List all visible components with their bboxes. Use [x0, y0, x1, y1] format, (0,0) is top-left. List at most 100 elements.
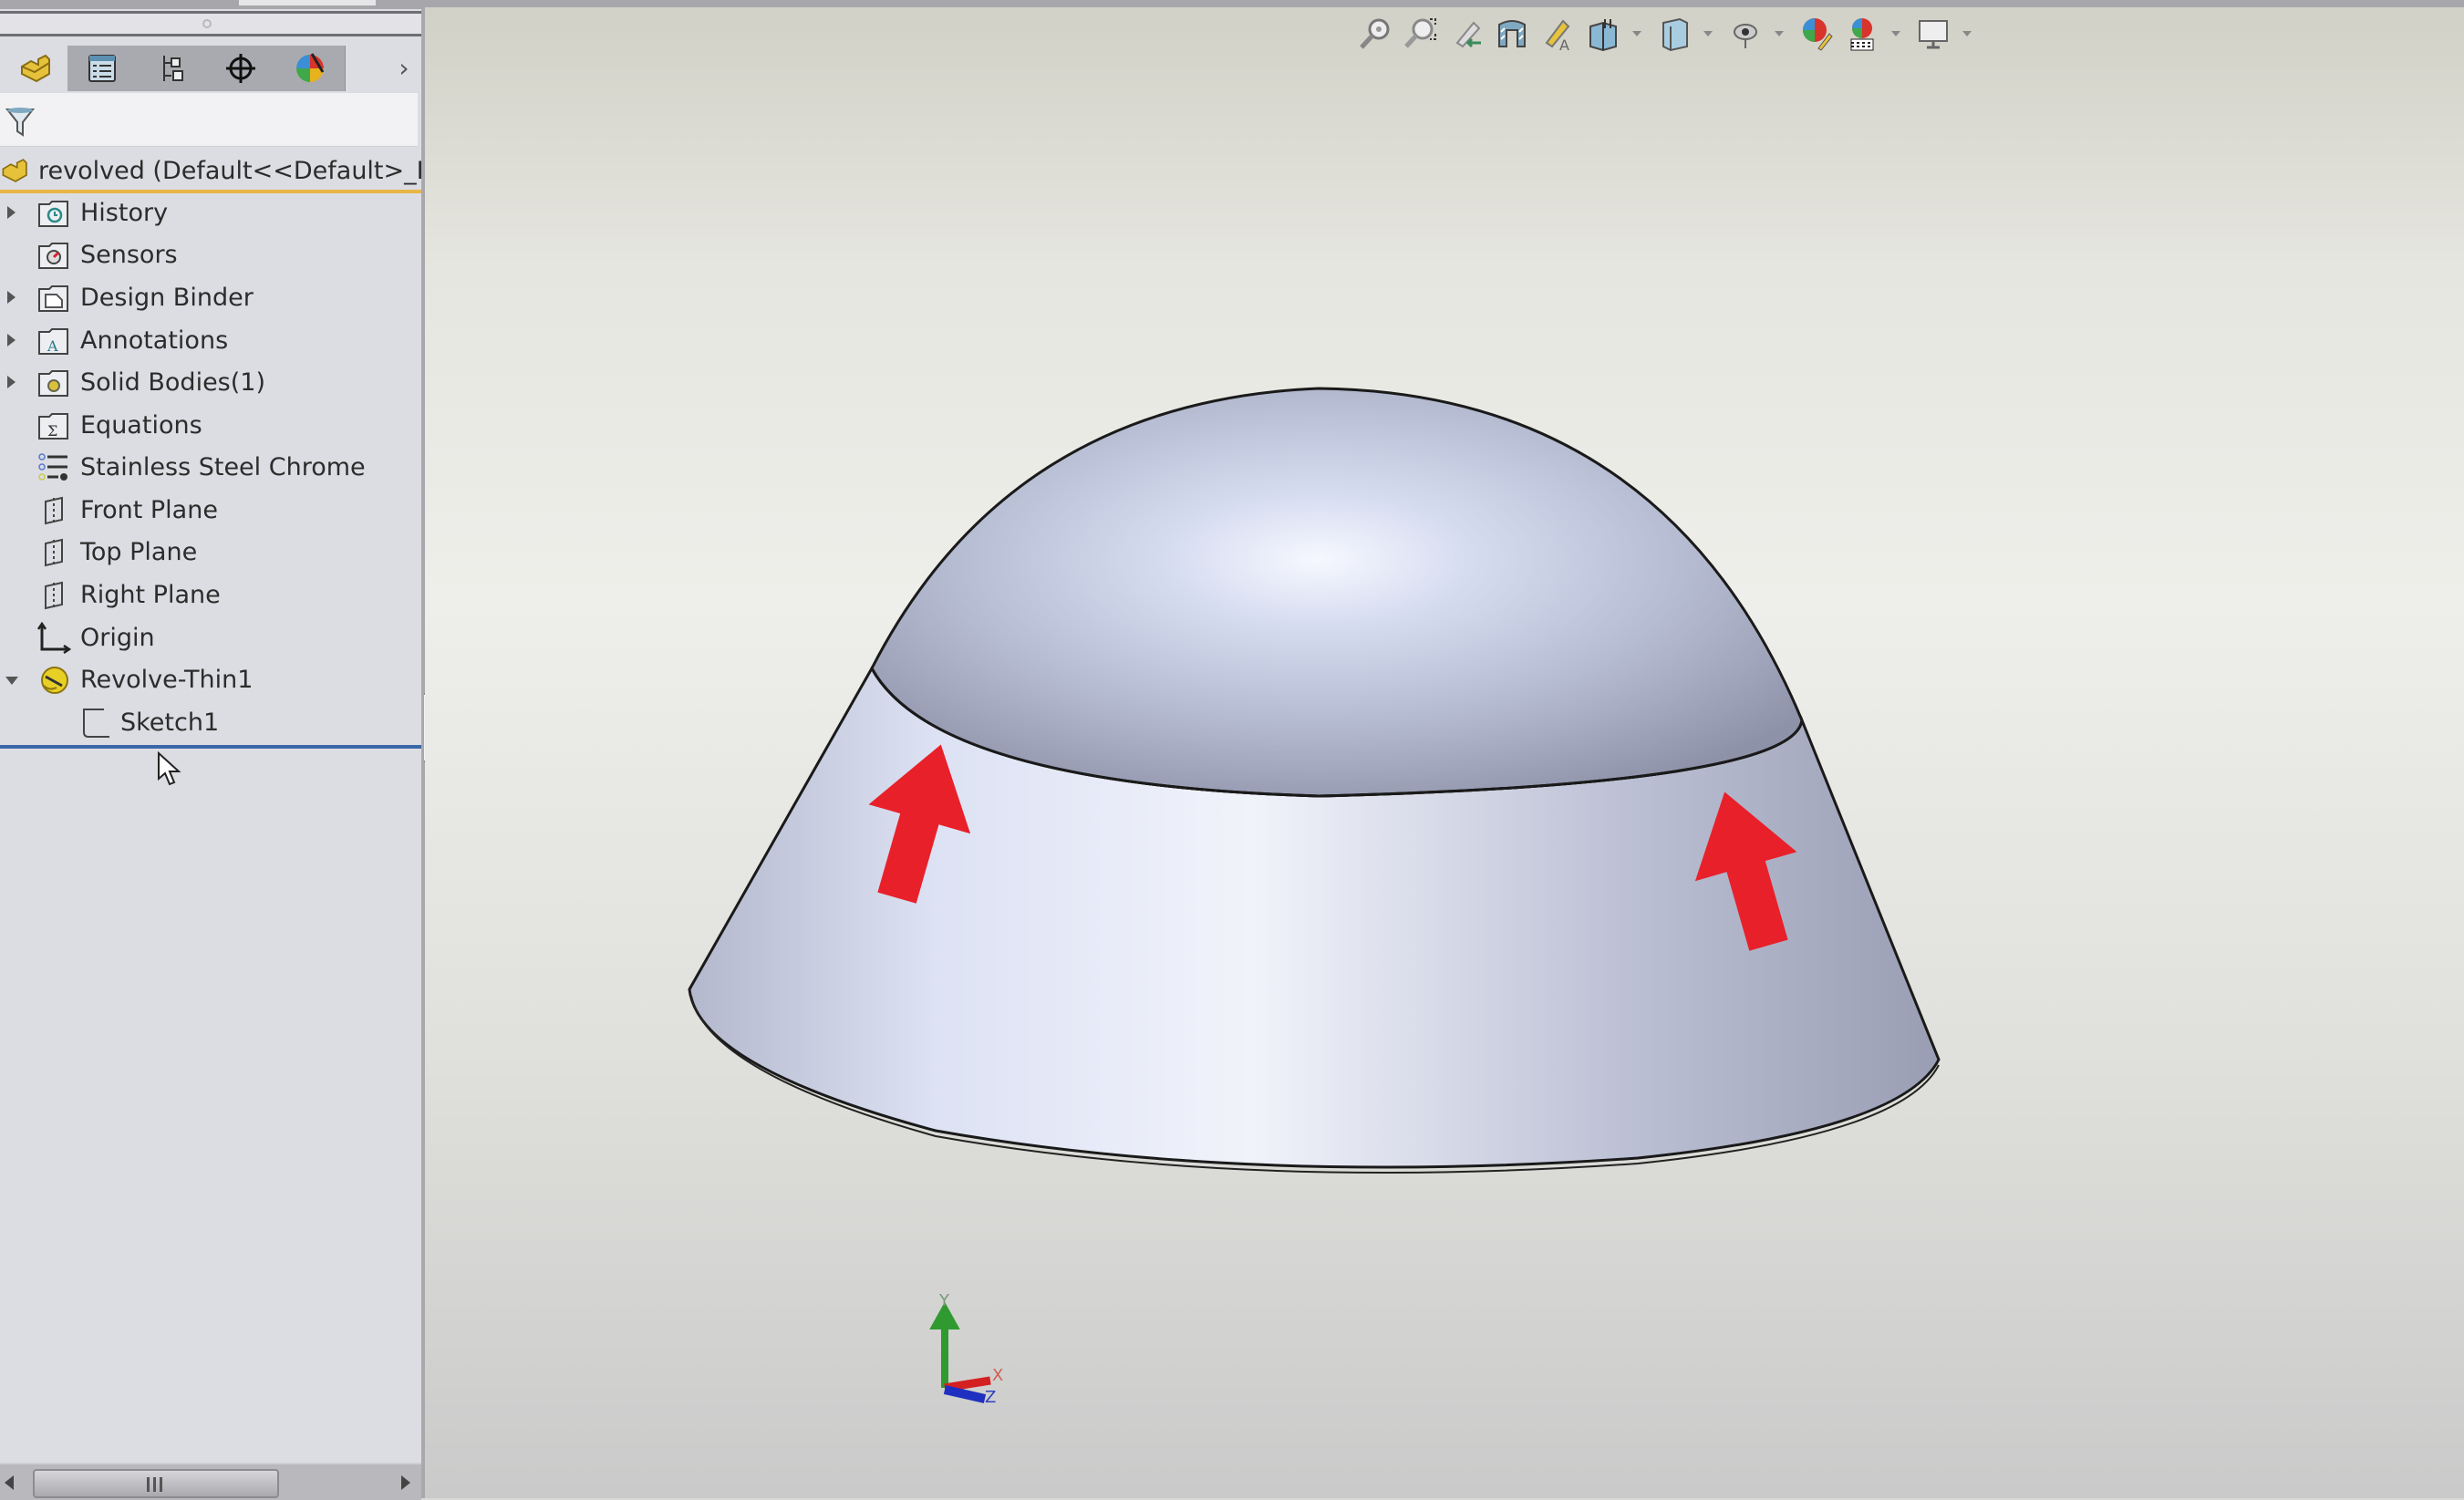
part-icon	[21, 54, 50, 83]
tree-item-right-plane[interactable]: Right Plane	[0, 575, 421, 616]
equations-folder-icon: Σ	[38, 413, 68, 440]
svg-text:Σ: Σ	[47, 422, 57, 440]
tree-item-solid-bodies[interactable]: Solid Bodies(1)	[0, 363, 421, 403]
rollback-insert-line[interactable]	[0, 745, 421, 749]
view-settings-dropdown-icon[interactable]	[1962, 31, 1972, 36]
tree-item-origin[interactable]: Origin	[0, 618, 421, 658]
view-orientation-button[interactable]	[1583, 14, 1623, 54]
apply-scene-button[interactable]	[1842, 14, 1882, 54]
view-orientation-dropdown-icon[interactable]	[1632, 31, 1641, 36]
zoom-to-fit-button[interactable]	[1355, 14, 1395, 54]
dynamic-annotation-views-button[interactable]: A	[1537, 14, 1578, 54]
sketch-icon	[83, 709, 109, 738]
triad-z-axis	[943, 1385, 987, 1403]
edit-appearance-button[interactable]	[1796, 14, 1837, 54]
tree-item-label: Annotations	[80, 326, 229, 355]
origin-icon	[36, 622, 71, 655]
horizontal-scrollbar[interactable]	[0, 1463, 421, 1500]
part-icon	[2, 159, 27, 182]
tree-filter-input[interactable]	[0, 93, 418, 147]
scrollbar-thumb[interactable]	[33, 1469, 279, 1498]
display-style-icon	[1662, 17, 1688, 52]
previous-view-icon	[1455, 21, 1481, 48]
display-style-button[interactable]	[1654, 14, 1694, 54]
edit-appearance-icon	[1803, 18, 1833, 51]
view-settings-icon	[1919, 20, 1948, 49]
tab-dimxpertmanager[interactable]	[206, 46, 276, 91]
hide-show-items-button[interactable]	[1725, 14, 1765, 54]
feature-manager-panel: › revolved (Default<<Default>_D History …	[0, 0, 425, 1500]
section-view-button[interactable]	[1492, 14, 1532, 54]
tree-item-revolve-thin1[interactable]: Revolve-Thin1	[0, 660, 421, 700]
graphics-area[interactable]: A Y X Z	[425, 0, 2464, 1498]
panel-top-strip	[0, 0, 425, 9]
property-manager-icon	[88, 55, 116, 82]
tree-item-equations[interactable]: Σ Equations	[0, 406, 421, 446]
panel-grip-bar[interactable]	[0, 11, 421, 36]
tab-featuremanager[interactable]	[0, 46, 70, 91]
tree-item-design-binder[interactable]: Design Binder	[0, 278, 421, 318]
tree-item-label: Origin	[80, 624, 155, 652]
zoom-to-area-button[interactable]	[1401, 14, 1441, 54]
collapse-arrow-icon[interactable]	[5, 677, 18, 685]
expand-arrow-icon[interactable]	[7, 206, 16, 219]
scrollbar-grip-icon	[147, 1477, 165, 1492]
hide-show-icon	[1734, 24, 1757, 48]
tree-item-label: Solid Bodies(1)	[80, 368, 265, 397]
tree-item-label: Right Plane	[80, 581, 221, 609]
sensors-folder-icon	[38, 243, 68, 269]
tree-item-material[interactable]: Stainless Steel Chrome	[0, 448, 421, 488]
tab-propertymanager[interactable]	[67, 46, 138, 91]
revolved-model[interactable]	[425, 0, 2464, 1498]
tree-item-label: Top Plane	[80, 538, 198, 566]
material-icon	[38, 453, 67, 481]
section-view-icon	[1498, 20, 1526, 47]
display-manager-icon	[296, 53, 325, 82]
view-settings-button[interactable]	[1913, 14, 1953, 54]
triad-z-label: Z	[985, 1388, 996, 1404]
tree-item-front-plane[interactable]: Front Plane	[0, 491, 421, 531]
tree-item-label: Revolve-Thin1	[80, 666, 254, 694]
history-folder-icon	[38, 201, 68, 227]
triad-y-label: Y	[938, 1291, 950, 1310]
tree-item-label: Front Plane	[80, 496, 218, 524]
more-tabs-chevron-icon[interactable]: ›	[392, 56, 416, 81]
reference-triad[interactable]: Y X Z	[917, 1286, 1018, 1404]
scroll-left-arrow-icon[interactable]	[5, 1475, 14, 1490]
triad-y-axis	[929, 1301, 960, 1388]
hide-show-dropdown-icon[interactable]	[1775, 31, 1784, 36]
heads-up-view-toolbar: A	[1355, 13, 1984, 55]
tab-displaymanager[interactable]	[275, 46, 346, 91]
document-tab[interactable]	[239, 0, 376, 5]
annotations-folder-icon: A	[38, 328, 68, 355]
expand-arrow-icon[interactable]	[7, 376, 16, 388]
design-binder-folder-icon	[38, 285, 68, 312]
panel-tabs: ›	[0, 46, 421, 93]
tree-item-label: Design Binder	[80, 284, 254, 312]
expand-arrow-icon[interactable]	[7, 291, 16, 304]
tree-root-part[interactable]: revolved (Default<<Default>_D	[0, 151, 421, 193]
plane-icon	[45, 496, 63, 525]
tree-item-sketch1[interactable]: Sketch1	[0, 703, 421, 743]
tree-item-label: History	[80, 199, 169, 227]
display-style-dropdown-icon[interactable]	[1703, 31, 1713, 36]
apply-scene-icon	[1850, 18, 1874, 51]
tree-item-sensors[interactable]: Sensors	[0, 235, 421, 275]
tree-item-history[interactable]: History	[0, 193, 421, 233]
tree-item-label: Equations	[80, 411, 202, 440]
scroll-right-arrow-icon[interactable]	[401, 1475, 410, 1490]
revolve-thin-icon	[41, 667, 68, 694]
mouse-cursor-icon	[158, 751, 181, 786]
tab-configurationmanager[interactable]	[137, 46, 207, 91]
previous-view-button[interactable]	[1446, 14, 1486, 54]
zoom-to-fit-icon	[1360, 18, 1390, 49]
expand-arrow-icon[interactable]	[7, 334, 16, 347]
tree-item-label: Sensors	[80, 241, 178, 269]
tree-item-annotations[interactable]: A Annotations	[0, 321, 421, 361]
solid-bodies-folder-icon	[38, 370, 68, 397]
tree-item-top-plane[interactable]: Top Plane	[0, 533, 421, 573]
zoom-to-area-icon	[1404, 18, 1436, 48]
apply-scene-dropdown-icon[interactable]	[1891, 31, 1900, 36]
view-orientation-icon	[1589, 19, 1617, 52]
grip-dot-icon	[202, 19, 212, 28]
